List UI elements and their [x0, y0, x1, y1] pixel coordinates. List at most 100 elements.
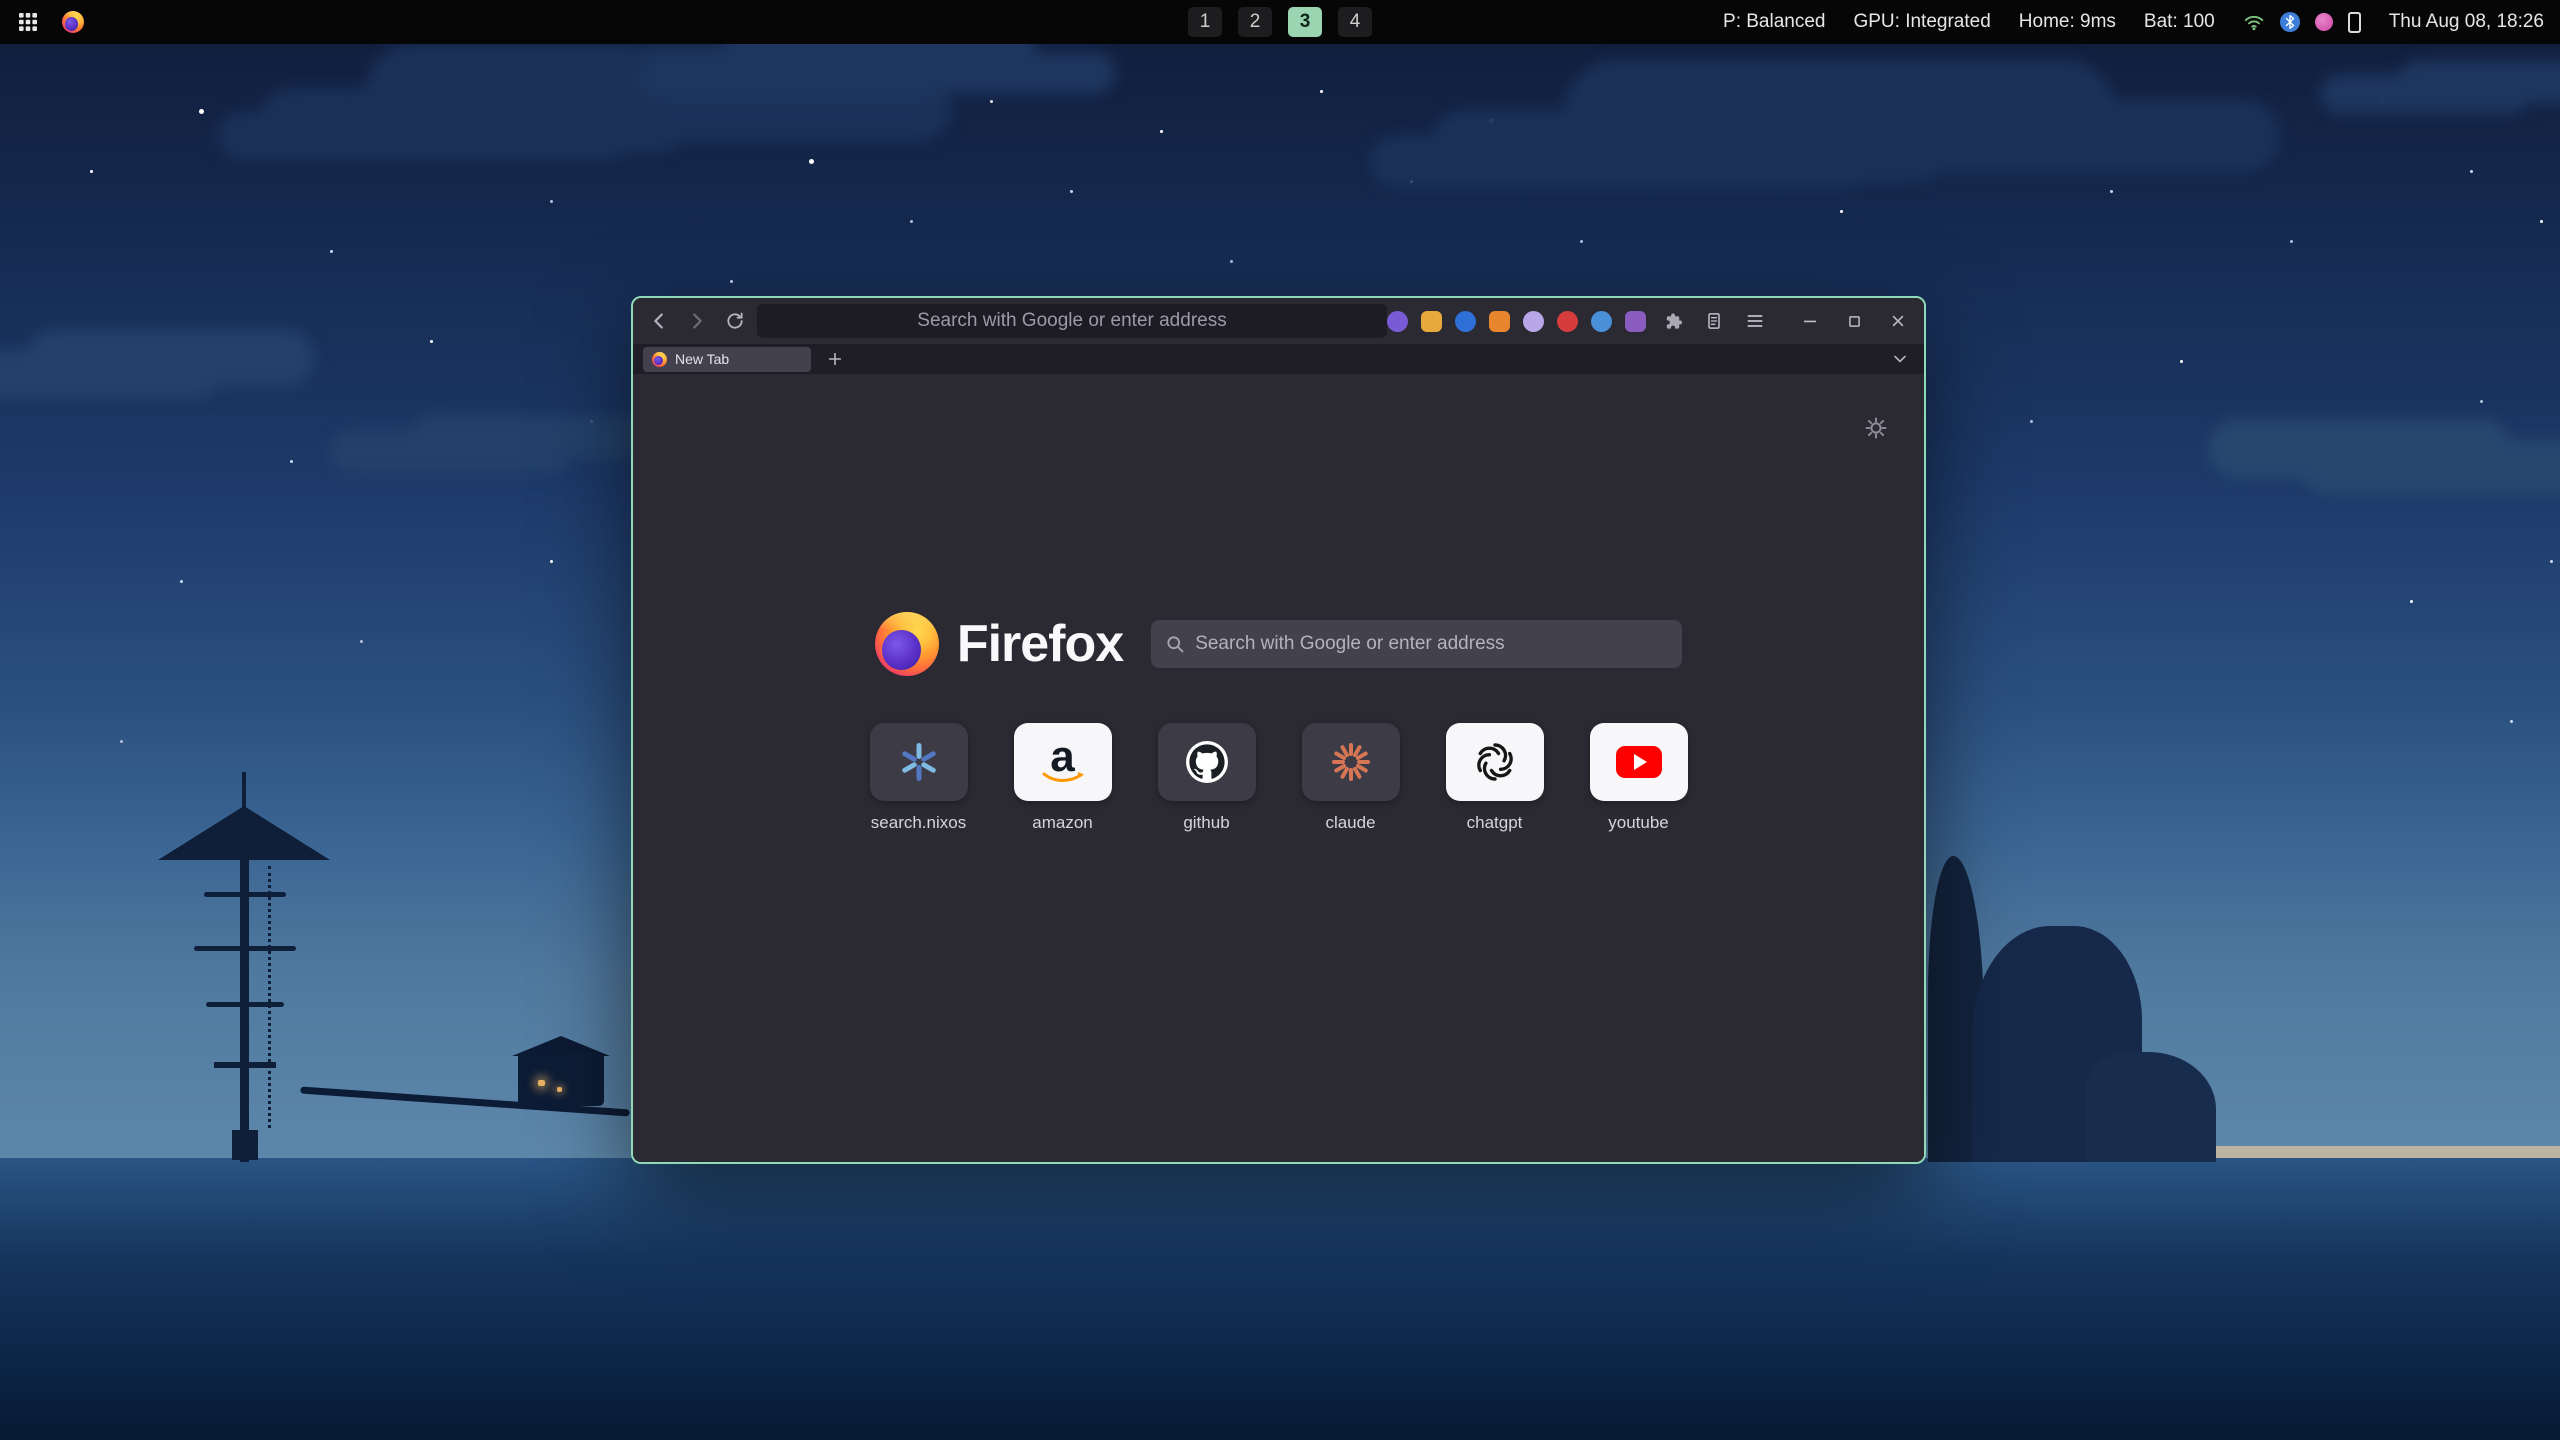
newtab-search-input[interactable]	[1195, 633, 1668, 655]
personalize-button[interactable]	[1862, 414, 1890, 442]
hut-silhouette	[518, 1052, 604, 1106]
status-bar: 1 2 3 4 P: Balanced GPU: Integrated Home…	[0, 0, 2560, 44]
youtube-icon	[1616, 746, 1662, 778]
cloud	[0, 350, 220, 398]
maximize-button[interactable]	[1840, 307, 1868, 335]
status-bar-right: P: Balanced GPU: Integrated Home: 9ms Ba…	[1723, 11, 2560, 33]
claude-icon	[1329, 740, 1373, 784]
minimize-button[interactable]	[1796, 307, 1824, 335]
maximize-icon	[1847, 314, 1862, 329]
newtab-search-box[interactable]	[1151, 620, 1682, 668]
app-launcher-button[interactable]	[14, 8, 42, 36]
close-icon	[1890, 313, 1906, 329]
shortcut-youtube[interactable]: youtube	[1590, 723, 1688, 833]
workspace-switcher: 1 2 3 4	[1188, 7, 1372, 37]
network-icon[interactable]	[2243, 11, 2265, 33]
extension-icon-3[interactable]	[1455, 311, 1476, 332]
workspace-3-active[interactable]: 3	[1288, 7, 1322, 37]
watchtower-platform	[214, 1062, 276, 1068]
shortcut-claude[interactable]: claude	[1302, 723, 1400, 833]
tab-strip: New Tab	[633, 344, 1924, 374]
app-menu-button[interactable]	[1741, 307, 1769, 335]
chevron-right-icon	[686, 310, 708, 332]
system-tray	[2243, 11, 2361, 33]
shortcut-label: github	[1183, 813, 1229, 833]
watchtower-ladder	[268, 866, 271, 1128]
new-tab-page: Firefox	[633, 374, 1924, 1162]
extension-icon-7[interactable]	[1591, 311, 1612, 332]
shortcut-label: chatgpt	[1467, 813, 1523, 833]
search-icon	[1165, 634, 1185, 654]
watchtower-pole	[240, 856, 249, 1162]
extension-icon-2[interactable]	[1421, 311, 1442, 332]
gpu-status: GPU: Integrated	[1853, 11, 1990, 33]
shortcut-search-nixos[interactable]: search.nixos	[870, 723, 968, 833]
extension-icon-5[interactable]	[1523, 311, 1544, 332]
watchtower-base	[232, 1130, 258, 1160]
extension-icon-1[interactable]	[1387, 311, 1408, 332]
firefox-taskbar-icon[interactable]	[62, 11, 84, 33]
tray-indicator-icon[interactable]	[2315, 13, 2333, 31]
firefox-logo	[875, 612, 939, 676]
url-bar[interactable]	[757, 304, 1387, 338]
forward-button[interactable]	[683, 307, 711, 335]
workspace-2[interactable]: 2	[1238, 7, 1272, 37]
watchtower-beam	[206, 1002, 284, 1007]
grid-icon	[17, 11, 39, 33]
shortcut-chatgpt[interactable]: chatgpt	[1446, 723, 1544, 833]
clock: Thu Aug 08, 18:26	[2389, 11, 2544, 33]
puzzle-icon	[1663, 311, 1684, 332]
workspace-1[interactable]: 1	[1188, 7, 1222, 37]
plus-icon	[827, 351, 843, 367]
extension-icon-4[interactable]	[1489, 311, 1510, 332]
extensions-button[interactable]	[1659, 307, 1687, 335]
shortcut-tile	[1302, 723, 1400, 801]
cloud	[2320, 74, 2530, 114]
reload-icon	[725, 311, 745, 331]
page-actions-button[interactable]	[1700, 307, 1728, 335]
shortcut-tile: a	[1014, 723, 1112, 801]
page-icon	[1704, 311, 1724, 331]
shortcut-amazon[interactable]: a amazon	[1014, 723, 1112, 833]
cloud	[640, 52, 940, 102]
chevron-left-icon	[648, 310, 670, 332]
reload-button[interactable]	[721, 307, 749, 335]
extension-icon-8[interactable]	[1625, 311, 1646, 332]
island-silhouette	[2086, 1052, 2216, 1162]
battery-status: Bat: 100	[2144, 11, 2215, 33]
navigation-toolbar	[633, 298, 1924, 344]
cloud	[2300, 440, 2560, 494]
gear-icon	[1864, 416, 1888, 440]
workspace-4[interactable]: 4	[1338, 7, 1372, 37]
watchtower-roof	[158, 806, 330, 860]
hamburger-icon	[1745, 311, 1765, 331]
nav-buttons	[645, 307, 749, 335]
list-tabs-button[interactable]	[1886, 345, 1914, 373]
watchtower-mast	[242, 772, 246, 808]
extension-icon-6[interactable]	[1557, 311, 1578, 332]
shortcut-tile	[1158, 723, 1256, 801]
bluetooth-icon[interactable]	[2280, 12, 2300, 32]
new-tab-button[interactable]	[821, 345, 849, 373]
tab-label: New Tab	[675, 351, 729, 367]
hut-light	[538, 1080, 545, 1086]
ocean	[0, 1158, 2560, 1440]
firefox-window: New Tab Firefox	[631, 296, 1926, 1164]
brand-search-row: Firefox	[875, 612, 1682, 676]
shortcut-tile	[870, 723, 968, 801]
shortcut-label: amazon	[1032, 813, 1092, 833]
close-button[interactable]	[1884, 307, 1912, 335]
back-button[interactable]	[645, 307, 673, 335]
shortcut-github[interactable]: github	[1158, 723, 1256, 833]
power-profile-status: P: Balanced	[1723, 11, 1825, 33]
shortcut-label: youtube	[1608, 813, 1669, 833]
shortcut-label: search.nixos	[871, 813, 966, 833]
tab-new-tab[interactable]: New Tab	[643, 347, 811, 372]
minimize-icon	[1802, 313, 1818, 329]
cloud	[1430, 110, 1950, 182]
shortcut-tile	[1446, 723, 1544, 801]
shortcuts-row: search.nixos a amazon	[870, 723, 1688, 833]
watchtower-beam	[204, 892, 286, 897]
phone-icon[interactable]	[2348, 12, 2361, 33]
status-bar-left	[0, 8, 84, 36]
